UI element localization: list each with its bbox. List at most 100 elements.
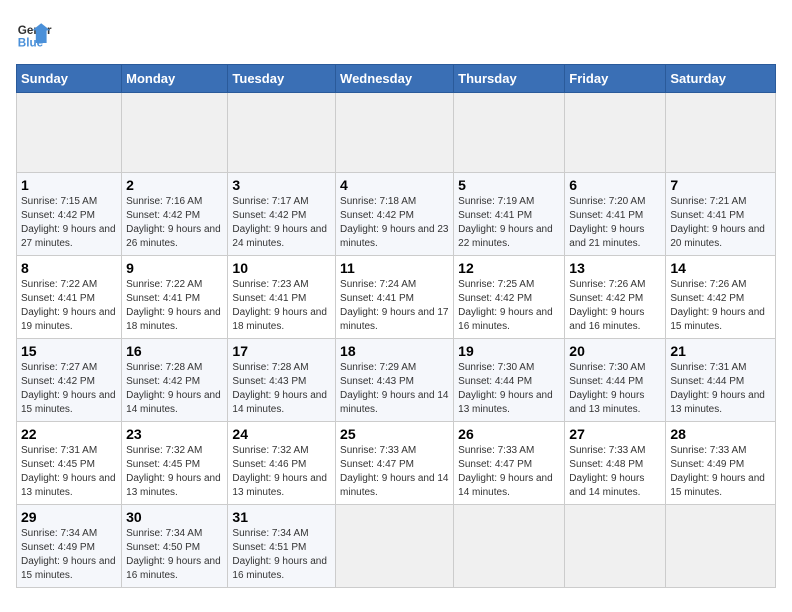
day-number: 29 — [21, 509, 117, 525]
day-number: 11 — [340, 260, 449, 276]
day-info: Sunrise: 7:19 AMSunset: 4:41 PMDaylight:… — [458, 195, 560, 251]
day-number: 1 — [21, 177, 117, 193]
calendar-cell: 16 Sunrise: 7:28 AMSunset: 4:42 PMDayligh… — [122, 339, 228, 422]
day-info: Sunrise: 7:16 AMSunset: 4:42 PMDaylight:… — [126, 195, 223, 251]
calendar-cell: 22 Sunrise: 7:31 AMSunset: 4:45 PMDayligh… — [17, 422, 122, 505]
day-number: 23 — [126, 426, 223, 442]
calendar-cell: 3 Sunrise: 7:17 AMSunset: 4:42 PMDaylight… — [228, 173, 336, 256]
day-info: Sunrise: 7:34 AMSunset: 4:49 PMDaylight:… — [21, 527, 117, 583]
day-info: Sunrise: 7:25 AMSunset: 4:42 PMDaylight:… — [458, 278, 560, 334]
day-number: 22 — [21, 426, 117, 442]
day-info: Sunrise: 7:29 AMSunset: 4:43 PMDaylight:… — [340, 361, 449, 417]
week-row-1 — [17, 93, 776, 173]
calendar-cell — [17, 93, 122, 173]
calendar-cell: 1 Sunrise: 7:15 AMSunset: 4:42 PMDaylight… — [17, 173, 122, 256]
calendar-cell — [336, 505, 454, 588]
day-number: 4 — [340, 177, 449, 193]
calendar-cell: 9Sunrise: 7:22 AMSunset: 4:41 PMDaylight… — [122, 256, 228, 339]
day-number: 20 — [569, 343, 661, 359]
calendar-cell: 25Sunrise: 7:33 AMSunset: 4:47 PMDayligh… — [336, 422, 454, 505]
day-info: Sunrise: 7:34 AMSunset: 4:51 PMDaylight:… — [232, 527, 331, 583]
day-info: Sunrise: 7:32 AMSunset: 4:46 PMDaylight:… — [232, 444, 331, 500]
day-number: 30 — [126, 509, 223, 525]
day-number: 6 — [569, 177, 661, 193]
day-number: 19 — [458, 343, 560, 359]
col-header-thursday: Thursday — [454, 65, 565, 93]
week-row-4: 15Sunrise: 7:27 AMSunset: 4:42 PMDayligh… — [17, 339, 776, 422]
calendar-cell: 20 Sunrise: 7:30 AMSunset: 4:44 PMDayligh… — [565, 339, 666, 422]
week-row-2: 1 Sunrise: 7:15 AMSunset: 4:42 PMDaylight… — [17, 173, 776, 256]
calendar-cell — [122, 93, 228, 173]
col-header-tuesday: Tuesday — [228, 65, 336, 93]
calendar-cell: 18 Sunrise: 7:29 AMSunset: 4:43 PMDayligh… — [336, 339, 454, 422]
calendar-cell: 7 Sunrise: 7:21 AMSunset: 4:41 PMDaylight… — [666, 173, 776, 256]
calendar-cell: 21 Sunrise: 7:31 AMSunset: 4:44 PMDayligh… — [666, 339, 776, 422]
day-info: Sunrise: 7:30 AMSunset: 4:44 PMDaylight:… — [569, 361, 661, 417]
col-header-wednesday: Wednesday — [336, 65, 454, 93]
day-info: Sunrise: 7:26 AMSunset: 4:42 PMDaylight:… — [569, 278, 661, 334]
day-number: 9 — [126, 260, 223, 276]
day-info: Sunrise: 7:22 AMSunset: 4:41 PMDaylight:… — [21, 278, 117, 334]
logo: General Blue — [16, 16, 52, 52]
day-info: Sunrise: 7:17 AMSunset: 4:42 PMDaylight:… — [232, 195, 331, 251]
calendar-cell — [565, 505, 666, 588]
calendar-cell: 26Sunrise: 7:33 AMSunset: 4:47 PMDayligh… — [454, 422, 565, 505]
day-number: 16 — [126, 343, 223, 359]
day-info: Sunrise: 7:30 AMSunset: 4:44 PMDaylight:… — [458, 361, 560, 417]
day-info: Sunrise: 7:33 AMSunset: 4:48 PMDaylight:… — [569, 444, 661, 500]
calendar-cell: 24Sunrise: 7:32 AMSunset: 4:46 PMDayligh… — [228, 422, 336, 505]
week-row-3: 8 Sunrise: 7:22 AMSunset: 4:41 PMDaylight… — [17, 256, 776, 339]
calendar-cell: 15Sunrise: 7:27 AMSunset: 4:42 PMDayligh… — [17, 339, 122, 422]
calendar-cell — [565, 93, 666, 173]
day-info: Sunrise: 7:26 AMSunset: 4:42 PMDaylight:… — [670, 278, 771, 334]
logo-icon: General Blue — [16, 16, 52, 52]
day-number: 13 — [569, 260, 661, 276]
svg-text:General: General — [18, 24, 52, 37]
day-info: Sunrise: 7:24 AMSunset: 4:41 PMDaylight:… — [340, 278, 449, 334]
header-row: SundayMondayTuesdayWednesdayThursdayFrid… — [17, 65, 776, 93]
col-header-sunday: Sunday — [17, 65, 122, 93]
day-info: Sunrise: 7:21 AMSunset: 4:41 PMDaylight:… — [670, 195, 771, 251]
day-number: 7 — [670, 177, 771, 193]
col-header-friday: Friday — [565, 65, 666, 93]
col-header-monday: Monday — [122, 65, 228, 93]
calendar-cell: 17 Sunrise: 7:28 AMSunset: 4:43 PMDayligh… — [228, 339, 336, 422]
day-info: Sunrise: 7:31 AMSunset: 4:44 PMDaylight:… — [670, 361, 771, 417]
day-number: 8 — [21, 260, 117, 276]
calendar-cell — [228, 93, 336, 173]
day-number: 5 — [458, 177, 560, 193]
day-number: 18 — [340, 343, 449, 359]
week-row-5: 22 Sunrise: 7:31 AMSunset: 4:45 PMDayligh… — [17, 422, 776, 505]
calendar-cell: 27Sunrise: 7:33 AMSunset: 4:48 PMDayligh… — [565, 422, 666, 505]
calendar-cell: 29 Sunrise: 7:34 AMSunset: 4:49 PMDayligh… — [17, 505, 122, 588]
day-number: 17 — [232, 343, 331, 359]
calendar-cell: 28 Sunrise: 7:33 AMSunset: 4:49 PMDayligh… — [666, 422, 776, 505]
day-info: Sunrise: 7:28 AMSunset: 4:43 PMDaylight:… — [232, 361, 331, 417]
day-info: Sunrise: 7:32 AMSunset: 4:45 PMDaylight:… — [126, 444, 223, 500]
calendar-cell — [454, 93, 565, 173]
day-info: Sunrise: 7:23 AMSunset: 4:41 PMDaylight:… — [232, 278, 331, 334]
calendar-cell — [666, 93, 776, 173]
calendar-cell: 11 Sunrise: 7:24 AMSunset: 4:41 PMDayligh… — [336, 256, 454, 339]
day-number: 28 — [670, 426, 771, 442]
day-info: Sunrise: 7:33 AMSunset: 4:49 PMDaylight:… — [670, 444, 771, 500]
day-info: Sunrise: 7:33 AMSunset: 4:47 PMDaylight:… — [458, 444, 560, 500]
day-number: 21 — [670, 343, 771, 359]
week-row-6: 29 Sunrise: 7:34 AMSunset: 4:49 PMDayligh… — [17, 505, 776, 588]
day-info: Sunrise: 7:31 AMSunset: 4:45 PMDaylight:… — [21, 444, 117, 500]
calendar-cell — [454, 505, 565, 588]
calendar-cell — [666, 505, 776, 588]
calendar-cell: 30Sunrise: 7:34 AMSunset: 4:50 PMDayligh… — [122, 505, 228, 588]
day-info: Sunrise: 7:15 AMSunset: 4:42 PMDaylight:… — [21, 195, 117, 251]
calendar-cell: 31 Sunrise: 7:34 AMSunset: 4:51 PMDayligh… — [228, 505, 336, 588]
calendar-cell: 4Sunrise: 7:18 AMSunset: 4:42 PMDaylight… — [336, 173, 454, 256]
day-info: Sunrise: 7:20 AMSunset: 4:41 PMDaylight:… — [569, 195, 661, 251]
day-number: 3 — [232, 177, 331, 193]
day-number: 31 — [232, 509, 331, 525]
day-number: 15 — [21, 343, 117, 359]
calendar-table: SundayMondayTuesdayWednesdayThursdayFrid… — [16, 64, 776, 588]
day-number: 25 — [340, 426, 449, 442]
header: General Blue — [16, 16, 776, 52]
day-info: Sunrise: 7:28 AMSunset: 4:42 PMDaylight:… — [126, 361, 223, 417]
calendar-cell: 19 Sunrise: 7:30 AMSunset: 4:44 PMDayligh… — [454, 339, 565, 422]
